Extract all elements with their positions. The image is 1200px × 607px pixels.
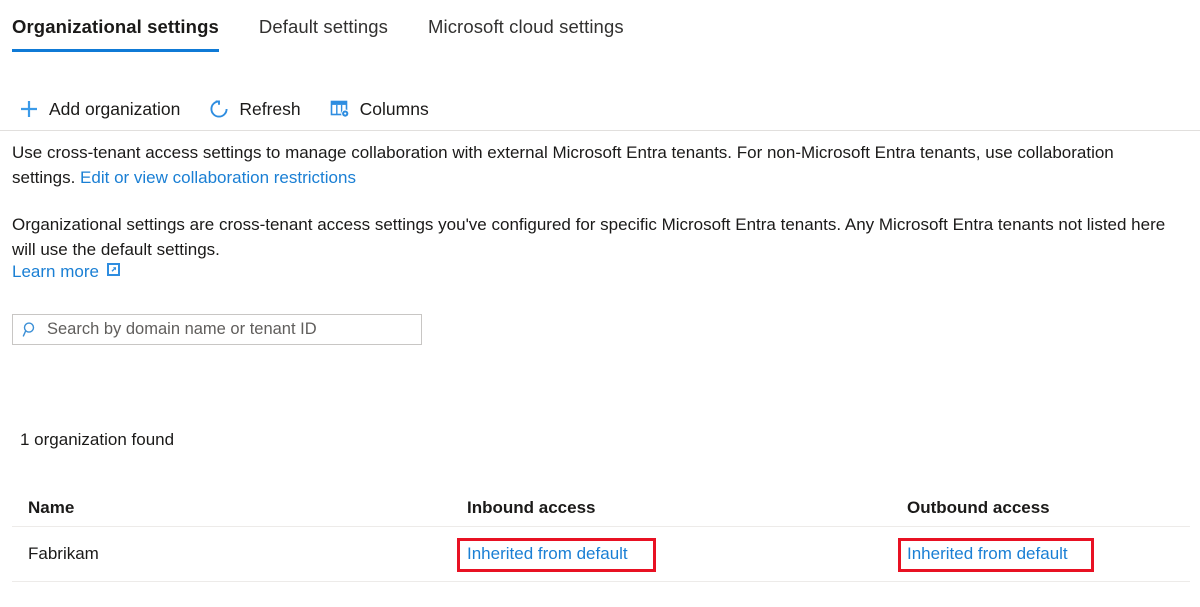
intro-paragraph: Use cross-tenant access settings to mana… [12,140,1177,190]
cell-organization-name: Fabrikam [12,544,467,564]
tab-label: Microsoft cloud settings [428,16,624,37]
column-header-outbound-access[interactable]: Outbound access [907,498,1190,518]
refresh-icon [208,98,230,120]
external-link-icon [106,262,121,282]
inbound-access-link[interactable]: Inherited from default [467,544,628,563]
columns-icon [329,98,351,120]
result-count-label: 1 organization found [20,430,174,450]
tab-microsoft-cloud-settings[interactable]: Microsoft cloud settings [428,16,644,52]
add-organization-button[interactable]: Add organization [12,94,194,124]
refresh-label: Refresh [239,99,300,120]
org-settings-paragraph-text: Organizational settings are cross-tenant… [12,215,1165,259]
organizations-table: Name Inbound access Outbound access Fabr… [12,490,1190,582]
learn-more-row: Learn more [12,262,121,282]
columns-label: Columns [360,99,429,120]
table-row[interactable]: Fabrikam Inherited from default Inherite… [12,527,1190,582]
edit-collaboration-restrictions-link[interactable]: Edit or view collaboration restrictions [80,168,356,187]
search-input[interactable] [47,315,421,344]
columns-button[interactable]: Columns [323,94,443,124]
cell-inbound-access: Inherited from default [467,544,907,564]
table-header-row: Name Inbound access Outbound access [12,490,1190,527]
settings-tablist: Organizational settings Default settings… [12,16,664,52]
column-header-name[interactable]: Name [12,498,467,518]
tab-label: Organizational settings [12,16,219,37]
tab-organizational-settings[interactable]: Organizational settings [12,16,239,52]
outbound-access-link[interactable]: Inherited from default [907,544,1068,563]
cell-outbound-access: Inherited from default [907,544,1190,564]
plus-icon [18,98,40,120]
add-organization-label: Add organization [49,99,180,120]
column-header-inbound-access[interactable]: Inbound access [467,498,907,518]
tab-label: Default settings [259,16,388,37]
learn-more-link[interactable]: Learn more [12,262,99,282]
tab-default-settings[interactable]: Default settings [259,16,408,52]
search-box[interactable] [12,314,422,345]
refresh-button[interactable]: Refresh [202,94,314,124]
org-settings-paragraph: Organizational settings are cross-tenant… [12,212,1192,262]
command-bar: Add organization Refresh [12,94,451,124]
cross-tenant-access-settings-page: Organizational settings Default settings… [0,0,1200,607]
command-bar-divider [0,130,1200,131]
search-icon [13,315,47,344]
